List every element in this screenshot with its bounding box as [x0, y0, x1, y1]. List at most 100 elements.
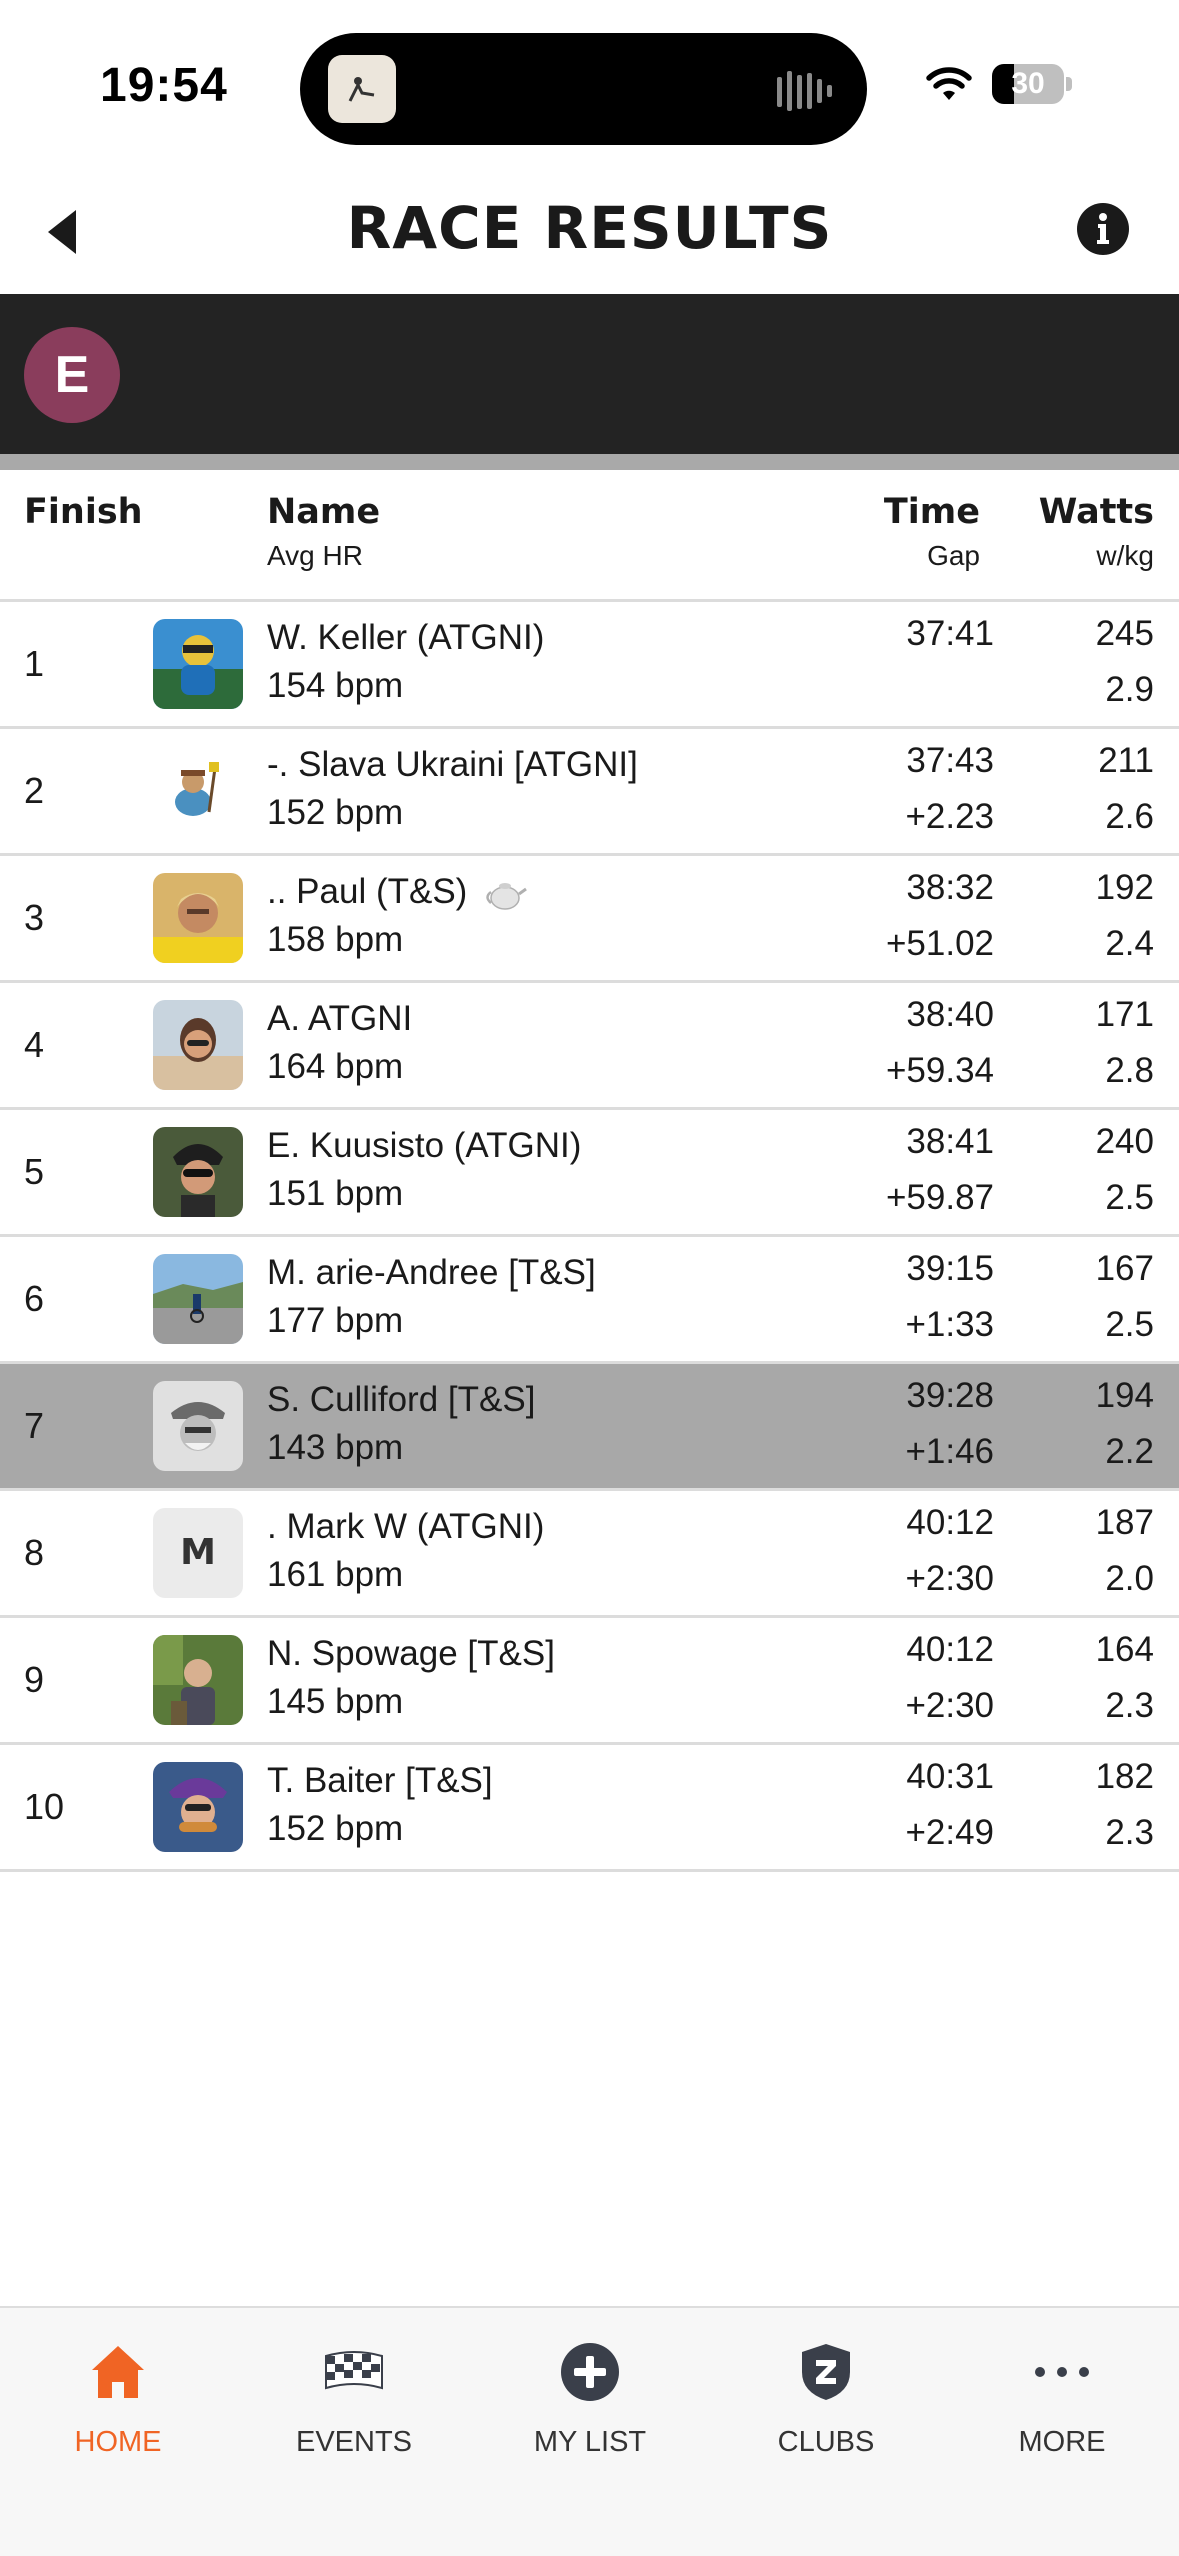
- finish-position: 4: [24, 1024, 45, 1065]
- tab-label: MY LIST: [533, 2426, 647, 2458]
- avg-watts: 211: [1098, 741, 1154, 780]
- column-watts[interactable]: Watts: [1039, 492, 1154, 532]
- watts-per-kg: 2.4: [1105, 924, 1154, 963]
- time-gap: +2:49: [905, 1813, 994, 1852]
- rider-name[interactable]: N. Spowage [T&S]: [267, 1634, 555, 1674]
- result-row[interactable]: 4 A. ATGNI 164 bpm 38:40 +59.34 171 2.8: [0, 983, 1179, 1110]
- status-bar: 19:54 30: [0, 0, 1179, 170]
- shield-icon: [802, 2344, 850, 2400]
- result-row[interactable]: 3 .. Paul (T&S) 158 bpm 38:32 +51.02 192…: [0, 856, 1179, 983]
- home-icon: [92, 2346, 144, 2398]
- avg-watts: 167: [1095, 1249, 1154, 1288]
- rider-name[interactable]: T. Baiter [T&S]: [267, 1761, 493, 1801]
- finish-position: 2: [24, 770, 45, 811]
- result-row[interactable]: 2 -. Slava Ukraini [ATGNI] 152 bpm 37:43…: [0, 729, 1179, 856]
- avg-hr: 152 bpm: [267, 1809, 404, 1848]
- avg-hr: 158 bpm: [267, 920, 404, 959]
- avatar[interactable]: [153, 873, 243, 963]
- column-watts-sub: w/kg: [1096, 540, 1154, 571]
- info-icon[interactable]: [1076, 202, 1130, 256]
- result-row[interactable]: 5 E. Kuusisto (ATGNI) 151 bpm 38:41 +59.…: [0, 1110, 1179, 1237]
- avg-watts: 194: [1095, 1376, 1154, 1415]
- waveform-icon: [777, 71, 832, 111]
- plus-circle-icon: [561, 2343, 619, 2401]
- finish-time: 37:41: [906, 614, 994, 653]
- time-gap: +59.34: [885, 1051, 994, 1090]
- finish-position: 9: [24, 1659, 45, 1700]
- wifi-icon: [926, 67, 972, 100]
- column-name[interactable]: Name: [267, 492, 380, 532]
- rider-name[interactable]: W. Keller (ATGNI): [267, 618, 544, 658]
- status-time: 19:54: [100, 59, 228, 112]
- watts-per-kg: 2.2: [1105, 1432, 1154, 1471]
- watts-per-kg: 2.9: [1105, 670, 1154, 709]
- watts-per-kg: 2.3: [1105, 1686, 1154, 1725]
- finish-time: 38:41: [906, 1122, 994, 1161]
- rider-name[interactable]: S. Culliford [T&S]: [267, 1380, 535, 1420]
- avg-hr: 164 bpm: [267, 1047, 404, 1086]
- rider-name[interactable]: -. Slava Ukraini [ATGNI]: [267, 745, 638, 785]
- avatar[interactable]: [153, 619, 243, 709]
- result-row[interactable]: 8 M . Mark W (ATGNI) 161 bpm 40:12 +2:30…: [0, 1491, 1179, 1618]
- avg-hr: 154 bpm: [267, 666, 404, 705]
- category-badge[interactable]: E: [24, 327, 120, 423]
- avatar[interactable]: [153, 1254, 243, 1344]
- tab-more[interactable]: MORE: [944, 2308, 1179, 2508]
- tab-my-list[interactable]: MY LIST: [472, 2308, 708, 2508]
- results-list: 1 W. Keller (ATGNI) 154 bpm 37:41 245 2.…: [0, 602, 1179, 1872]
- tab-label: HOME: [74, 2426, 162, 2458]
- tab-home[interactable]: HOME: [0, 2308, 236, 2508]
- watts-per-kg: 2.0: [1105, 1559, 1154, 1598]
- column-time-sub: Gap: [927, 540, 980, 571]
- avatar[interactable]: [153, 1127, 243, 1217]
- tab-events[interactable]: EVENTS: [236, 2308, 472, 2508]
- column-time[interactable]: Time: [884, 492, 980, 532]
- avg-watts: 192: [1095, 868, 1154, 907]
- result-row[interactable]: 9 N. Spowage [T&S] 145 bpm 40:12 +2:30 1…: [0, 1618, 1179, 1745]
- watts-per-kg: 2.5: [1105, 1305, 1154, 1344]
- avg-watts: 187: [1095, 1503, 1154, 1542]
- more-icon: [1035, 2367, 1089, 2377]
- avatar[interactable]: [153, 1762, 243, 1852]
- result-row[interactable]: 10 T. Baiter [T&S] 152 bpm 40:31 +2:49 1…: [0, 1745, 1179, 1872]
- finish-position: 3: [24, 897, 45, 938]
- result-row-current-user[interactable]: 7 S. Culliford [T&S] 143 bpm 39:28 +1:46…: [0, 1364, 1179, 1491]
- avatar-placeholder[interactable]: M: [153, 1508, 243, 1598]
- finish-position: 7: [24, 1405, 45, 1446]
- column-finish[interactable]: Finish: [24, 492, 143, 532]
- avatar[interactable]: [153, 746, 243, 836]
- result-row[interactable]: 6 M. arie-Andree [T&S] 177 bpm 39:15 +1:…: [0, 1237, 1179, 1364]
- avg-watts: 245: [1095, 614, 1154, 653]
- finish-time: 40:12: [906, 1630, 994, 1669]
- finish-position: 8: [24, 1532, 45, 1573]
- navigation-header: RACE RESULTS: [0, 170, 1179, 294]
- finish-time: 39:15: [906, 1249, 994, 1288]
- rider-name[interactable]: E. Kuusisto (ATGNI): [267, 1126, 581, 1166]
- time-gap: +2.23: [905, 797, 994, 836]
- dynamic-island[interactable]: [300, 33, 867, 145]
- tab-bar: HOME EVENTS MY LIST CLUBS MORE: [0, 2306, 1179, 2556]
- rider-name[interactable]: . Mark W (ATGNI): [267, 1507, 544, 1547]
- finish-position: 10: [24, 1786, 65, 1827]
- avatar[interactable]: [153, 1000, 243, 1090]
- avatar[interactable]: [153, 1635, 243, 1725]
- tab-label: CLUBS: [777, 2426, 875, 2458]
- tab-label: MORE: [1018, 2426, 1106, 2458]
- page-title: RACE RESULTS: [346, 194, 833, 262]
- avg-watts: 164: [1095, 1630, 1154, 1669]
- result-row[interactable]: 1 W. Keller (ATGNI) 154 bpm 37:41 245 2.…: [0, 602, 1179, 729]
- time-gap: +1:46: [905, 1432, 994, 1471]
- avg-watts: 182: [1095, 1757, 1154, 1796]
- rider-name[interactable]: A. ATGNI: [267, 999, 412, 1039]
- avg-hr: 151 bpm: [267, 1174, 404, 1213]
- rider-name[interactable]: M. arie-Andree [T&S]: [267, 1253, 596, 1293]
- avatar[interactable]: [153, 1381, 243, 1471]
- rider-name-text: .. Paul (T&S): [267, 872, 468, 911]
- tab-clubs[interactable]: CLUBS: [708, 2308, 944, 2508]
- divider: [0, 454, 1179, 470]
- rider-name[interactable]: .. Paul (T&S): [267, 872, 528, 912]
- finish-time: 38:40: [906, 995, 994, 1034]
- time-gap: +59.87: [885, 1178, 994, 1217]
- category-banner: E: [0, 294, 1179, 454]
- finish-time: 40:12: [906, 1503, 994, 1542]
